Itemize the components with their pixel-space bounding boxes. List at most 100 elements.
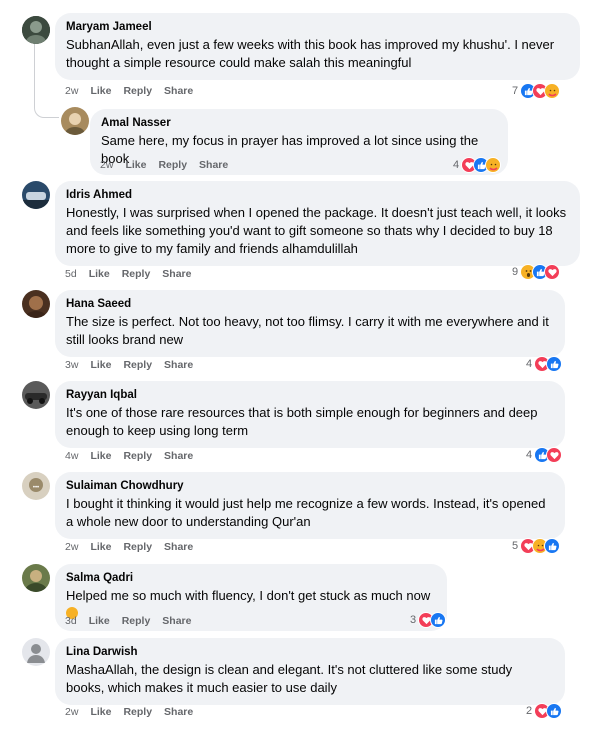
comment-bubble: Idris Ahmed Honestly, I was surprised wh… (55, 181, 580, 266)
like-button[interactable]: Like (89, 268, 110, 280)
comment-author[interactable]: Sulaiman Chowdhury (66, 478, 553, 494)
avatar[interactable] (22, 181, 50, 209)
comment-actions: 3d Like Reply Share (65, 615, 203, 627)
avatar[interactable] (61, 107, 89, 135)
avatar-image-icon (22, 290, 50, 318)
comment-time[interactable]: 2w (100, 159, 113, 171)
like-reaction-icon (544, 538, 561, 554)
reply-button[interactable]: Reply (122, 268, 151, 280)
comment-bubble: Sulaiman Chowdhury I bought it thinking … (55, 472, 565, 539)
share-button[interactable]: Share (164, 450, 193, 462)
share-button[interactable]: Share (164, 85, 193, 97)
share-button[interactable]: Share (199, 159, 228, 171)
avatar[interactable] (22, 564, 50, 592)
reaction-count: 3 (410, 614, 417, 626)
comment-text: SubhanAllah, even just a few weeks with … (66, 37, 555, 70)
avatar-image-icon (22, 16, 50, 44)
comment-bubble: Hana Saeed The size is perfect. Not too … (55, 290, 565, 357)
comment-author[interactable]: Rayyan Iqbal (66, 387, 553, 403)
avatar[interactable] (22, 16, 50, 44)
like-button[interactable]: Like (90, 359, 111, 371)
reaction-summary[interactable]: 7 (512, 83, 561, 99)
like-button[interactable]: Like (90, 541, 111, 553)
reply-button[interactable]: Reply (123, 359, 152, 371)
comment-author[interactable]: Idris Ahmed (66, 187, 568, 203)
comment-author[interactable]: Salma Qadri (66, 570, 435, 586)
avatar-image-icon: ••• (22, 472, 50, 500)
comment-actions: 3w Like Reply Share (65, 359, 205, 371)
comment-time[interactable]: 2w (65, 706, 78, 718)
reply-button[interactable]: Reply (123, 541, 152, 553)
comment-actions: 5d Like Reply Share (65, 268, 203, 280)
reaction-summary[interactable]: 4 (526, 447, 563, 463)
like-button[interactable]: Like (89, 615, 110, 627)
reaction-count: 9 (512, 266, 519, 278)
comment-time[interactable]: 5d (65, 268, 77, 280)
comment-time[interactable]: 2w (65, 85, 78, 97)
reaction-summary[interactable]: 4 (453, 157, 502, 173)
avatar-image-icon (22, 181, 50, 209)
comment-text-content: Helped me so much with fluency, I don't … (66, 588, 431, 603)
like-button[interactable]: Like (90, 450, 111, 462)
comment-actions: 2w Like Reply Share (65, 85, 205, 97)
avatar[interactable] (22, 381, 50, 409)
comment-time[interactable]: 3d (65, 615, 77, 627)
comment-author[interactable]: Amal Nasser (101, 115, 496, 131)
comment-text: Honestly, I was surprised when I opened … (66, 205, 567, 256)
like-reaction-icon (546, 703, 563, 719)
avatar-image-icon (22, 381, 50, 409)
like-reaction-icon (546, 356, 563, 372)
avatar[interactable] (22, 638, 50, 666)
share-button[interactable]: Share (164, 359, 193, 371)
comment-actions: 4w Like Reply Share (65, 450, 205, 462)
love-reaction-icon (546, 447, 563, 463)
comment-text: MashaAllah, the design is clean and eleg… (66, 662, 513, 695)
avatar-image-icon (61, 107, 89, 135)
avatar-image-icon (22, 564, 50, 592)
reaction-count: 4 (453, 159, 460, 171)
reaction-summary[interactable]: 5 (512, 538, 561, 554)
reaction-count: 4 (526, 358, 533, 370)
reaction-count: 5 (512, 540, 519, 552)
reply-button[interactable]: Reply (158, 159, 187, 171)
reply-button[interactable]: Reply (123, 450, 152, 462)
like-button[interactable]: Like (125, 159, 146, 171)
share-button[interactable]: Share (162, 615, 191, 627)
comment-author[interactable]: Maryam Jameel (66, 19, 568, 35)
comment-author[interactable]: Hana Saeed (66, 296, 553, 312)
share-button[interactable]: Share (164, 541, 193, 553)
comment-actions: 2w Like Reply Share (65, 706, 205, 718)
reply-button[interactable]: Reply (123, 706, 152, 718)
share-button[interactable]: Share (164, 706, 193, 718)
comment-time[interactable]: 3w (65, 359, 78, 371)
reply-button[interactable]: Reply (122, 615, 151, 627)
reaction-count: 2 (526, 705, 533, 717)
like-button[interactable]: Like (90, 706, 111, 718)
like-button[interactable]: Like (90, 85, 111, 97)
reaction-summary[interactable]: 3 (410, 612, 447, 628)
comment-author[interactable]: Lina Darwish (66, 644, 553, 660)
like-reaction-icon (430, 612, 447, 628)
reaction-count: 4 (526, 449, 533, 461)
comment-time[interactable]: 4w (65, 450, 78, 462)
comment-bubble: Maryam Jameel SubhanAllah, even just a f… (55, 13, 580, 80)
avatar[interactable] (22, 290, 50, 318)
care-reaction-icon (485, 157, 502, 173)
share-button[interactable]: Share (162, 268, 191, 280)
comment-bubble: Rayyan Iqbal It's one of those rare reso… (55, 381, 565, 448)
comment-text: I bought it thinking it would just help … (66, 496, 546, 529)
comment-text: The size is perfect. Not too heavy, not … (66, 314, 549, 347)
reaction-summary[interactable]: 4 (526, 356, 563, 372)
reply-button[interactable]: Reply (123, 85, 152, 97)
comment-actions: 2w Like Reply Share (100, 159, 240, 171)
love-reaction-icon (544, 264, 561, 280)
comment-time[interactable]: 2w (65, 541, 78, 553)
avatar[interactable]: ••• (22, 472, 50, 500)
default-avatar-icon (22, 638, 50, 666)
comment-text: It's one of those rare resources that is… (66, 405, 538, 438)
reaction-summary[interactable]: 2 (526, 703, 563, 719)
reaction-summary[interactable]: 9 (512, 264, 561, 280)
care-reaction-icon (544, 83, 561, 99)
comment-bubble: Lina Darwish MashaAllah, the design is c… (55, 638, 565, 705)
comment-actions: 2w Like Reply Share (65, 541, 205, 553)
